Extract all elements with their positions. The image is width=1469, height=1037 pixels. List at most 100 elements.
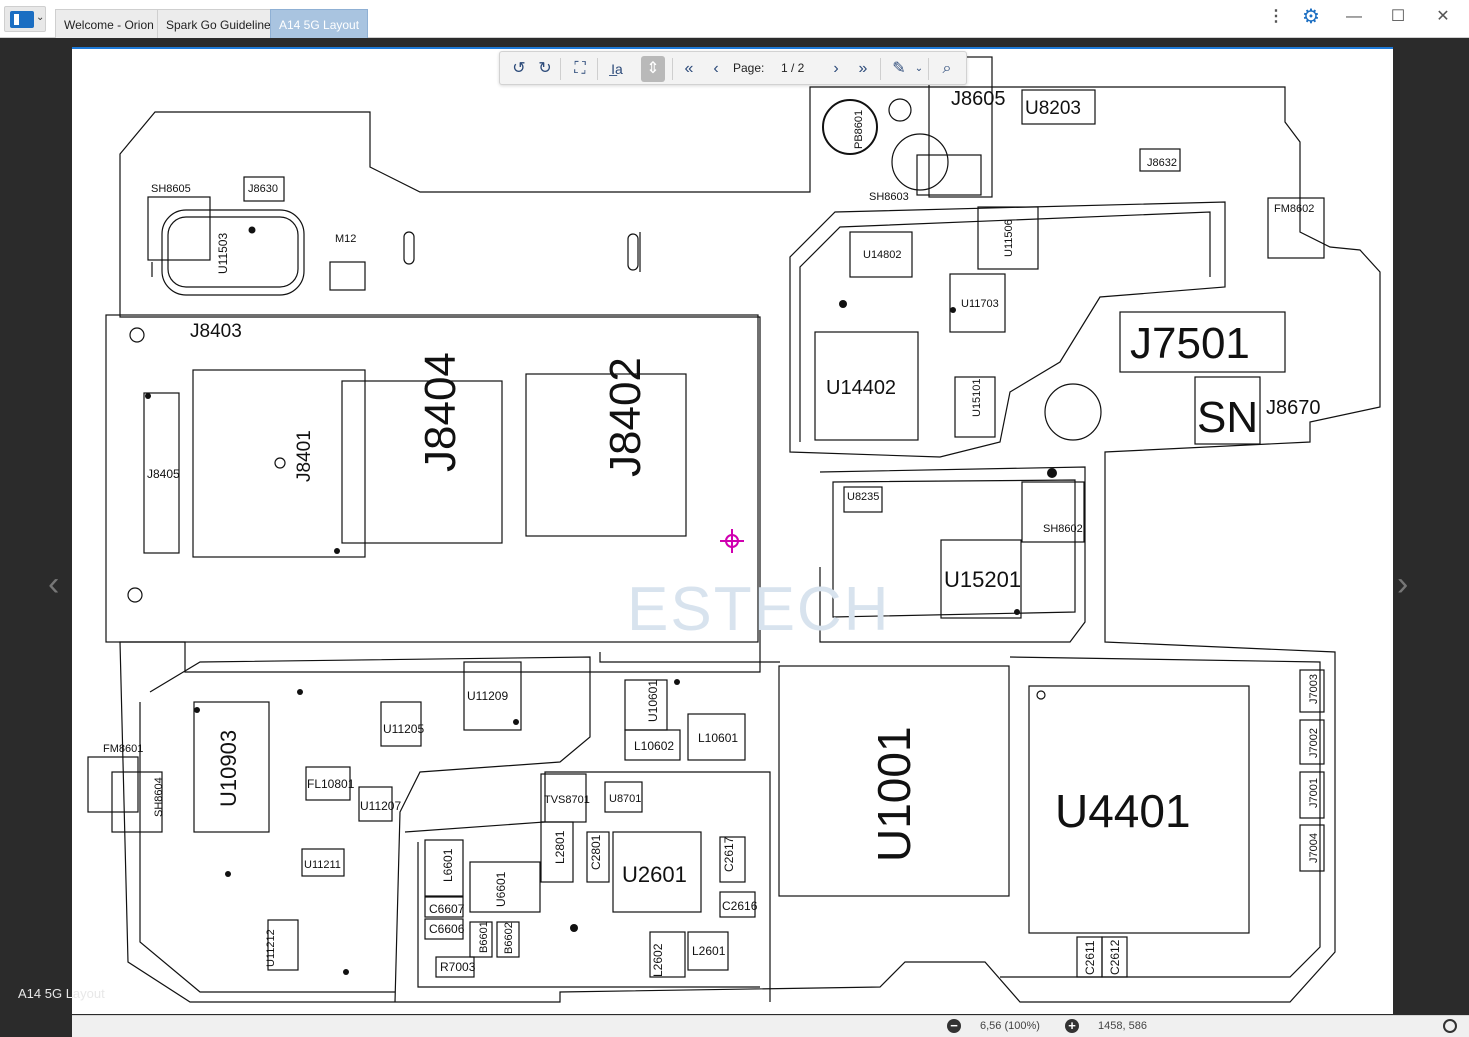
component-label-m12: M12 <box>335 233 356 245</box>
page-number-field[interactable]: 1 / 2 <box>781 61 804 75</box>
component-label-sh8603: SH8603 <box>869 191 909 203</box>
component-label-c2617: C2617 <box>722 836 736 872</box>
crosshair-cursor-icon <box>720 529 744 553</box>
component-label-u11703: U11703 <box>961 298 999 310</box>
component-label-j7002: J7002 <box>1308 728 1320 758</box>
component-label-j8403: J8403 <box>190 321 242 342</box>
component-label-b6601: B6601 <box>478 921 490 953</box>
zoom-out-icon[interactable]: − <box>947 1019 961 1033</box>
component-label-j8404: J8404 <box>416 352 465 472</box>
component-label-j8632: J8632 <box>1147 157 1177 169</box>
component-label-u14802: U14802 <box>863 249 902 261</box>
component-label-c2612: C2612 <box>1108 939 1122 975</box>
component-label-u15201: U15201 <box>944 567 1021 592</box>
page-label: Page: <box>733 61 765 75</box>
component-label-u11207: U11207 <box>360 799 401 813</box>
title-bar: ⌄ Welcome - Orion Spark Go Guideline A14… <box>0 0 1469 38</box>
component-label-l10602: L10602 <box>634 739 674 753</box>
component-label-j8402: J8402 <box>601 357 650 477</box>
chevron-down-icon: ⌄ <box>36 12 45 23</box>
component-label-u6601: U6601 <box>494 871 508 907</box>
component-labels-large: J8403 J8404 J8402 J8401 J8405 U14402 U14802 U11… <box>103 88 1321 977</box>
component-label-j8405: J8405 <box>147 467 180 481</box>
component-label-j7501: J7501 <box>1130 319 1250 368</box>
component-label-u8701: U8701 <box>609 793 641 805</box>
zoom-level: 6,56 (100%) <box>980 1020 1040 1032</box>
fit-page-icon[interactable]: ⛶ <box>569 56 591 82</box>
component-label-sh8604: SH8604 <box>153 777 165 817</box>
component-label-j8630: J8630 <box>248 183 278 195</box>
close-button[interactable]: ✕ <box>1429 4 1457 30</box>
component-label-c2611: C2611 <box>1083 940 1097 975</box>
estech-watermark: ESTECH <box>627 575 891 644</box>
next-page-icon[interactable]: › <box>825 56 847 82</box>
component-label-fm8602: FM8602 <box>1274 203 1314 215</box>
component-label-u11211: U11211 <box>304 859 341 871</box>
component-label-c2616: C2616 <box>722 899 758 913</box>
previous-page-icon[interactable]: ‹ <box>705 56 727 82</box>
rotate-right-icon[interactable]: ↻ <box>534 56 556 82</box>
next-page-arrow-icon[interactable]: › <box>1397 565 1408 604</box>
text-select-icon[interactable]: I̲a <box>606 56 628 82</box>
component-label-pb8601: PB8601 <box>853 110 865 149</box>
zoom-in-icon[interactable]: + <box>1065 1019 1079 1033</box>
component-label-sn: SN <box>1197 393 1258 442</box>
component-label-c2801: C2801 <box>589 834 603 870</box>
more-options-icon[interactable]: ⋮ <box>1262 4 1290 30</box>
settings-gear-icon[interactable]: ⚙ <box>1297 4 1325 30</box>
component-label-l2801: L2801 <box>553 830 567 864</box>
component-label-u15101: U15101 <box>971 378 983 417</box>
scroll-mode-icon[interactable]: ⇕ <box>641 56 665 82</box>
component-label-fm8601: FM8601 <box>103 743 143 755</box>
component-label-u11209: U11209 <box>467 689 508 703</box>
component-label-l6601: L6601 <box>441 848 455 882</box>
component-label-j7001: J7001 <box>1308 778 1320 808</box>
first-page-icon[interactable]: « <box>678 56 700 82</box>
viewer-margin-right: › <box>1393 45 1469 1015</box>
component-label-u11212: U11212 <box>265 929 277 967</box>
component-label-l2601: L2601 <box>692 944 726 958</box>
component-label-l2602: L2602 <box>651 943 665 977</box>
component-label-sh8605: SH8605 <box>151 183 191 195</box>
resize-grip-icon[interactable] <box>1443 1019 1457 1033</box>
component-label-tvs8701: TVS8701 <box>544 794 590 806</box>
component-label-j8401: J8401 <box>294 430 315 482</box>
component-label-fl10801: FL10801 <box>307 777 355 791</box>
component-label-r7003: R7003 <box>440 960 476 974</box>
rotate-left-icon[interactable]: ↺ <box>508 56 530 82</box>
app-menu-button[interactable]: ⌄ <box>4 6 46 32</box>
document-name-overlay: A14 5G Layout <box>18 986 105 1001</box>
shield-outline-main <box>149 656 591 1003</box>
component-label-b6602: B6602 <box>503 922 515 954</box>
viewer-margin-left: ‹ <box>0 45 72 1015</box>
cursor-coordinates: 1458, 586 <box>1098 1020 1147 1032</box>
component-label-u10601: U10601 <box>646 680 660 722</box>
maximize-button[interactable]: ☐ <box>1384 4 1412 30</box>
previous-page-arrow-icon[interactable]: ‹ <box>48 565 59 604</box>
viewer-toolbar: ↺ ↻ ⛶ I̲a ⇕ « ‹ Page: 1 / 2 › » ✎ ⌄ ⌕ <box>499 51 967 85</box>
component-label-l10601: L10601 <box>698 731 738 745</box>
component-label-j7004: J7004 <box>1308 833 1320 863</box>
document-page[interactable]: J8403 J8404 J8402 J8401 J8405 U14402 U14802 U11… <box>72 47 1393 1014</box>
last-page-icon[interactable]: » <box>852 56 874 82</box>
component-label-c6606: C6606 <box>429 922 465 936</box>
minimize-button[interactable]: — <box>1340 4 1368 30</box>
component-label-u8235: U8235 <box>847 491 879 503</box>
component-label-u1001: U1001 <box>868 726 920 862</box>
component-label-j7003: J7003 <box>1308 674 1320 704</box>
status-bar: − 6,56 (100%) + 1458, 586 <box>72 1015 1469 1037</box>
component-label-u11503: U11503 <box>216 233 230 274</box>
component-label-sh8602: SH8602 <box>1043 523 1083 535</box>
tab-welcome[interactable]: Welcome - Orion <box>55 9 163 38</box>
component-label-u2601: U2601 <box>622 862 687 887</box>
component-label-u10903: U10903 <box>216 730 241 807</box>
tab-spark-go-guideline[interactable]: Spark Go Guideline <box>157 9 280 38</box>
tab-a14-5g-layout[interactable]: A14 5G Layout <box>270 9 369 38</box>
annotate-pen-icon[interactable]: ✎ <box>888 56 910 82</box>
search-icon[interactable]: ⌕ <box>936 56 958 82</box>
component-label-u11506: U11506 <box>1003 219 1015 257</box>
component-label-u14402: U14402 <box>826 377 896 399</box>
component-label-u8203: U8203 <box>1025 98 1081 119</box>
chevron-down-icon[interactable]: ⌄ <box>908 56 930 82</box>
component-label-u11205: U11205 <box>383 722 424 736</box>
